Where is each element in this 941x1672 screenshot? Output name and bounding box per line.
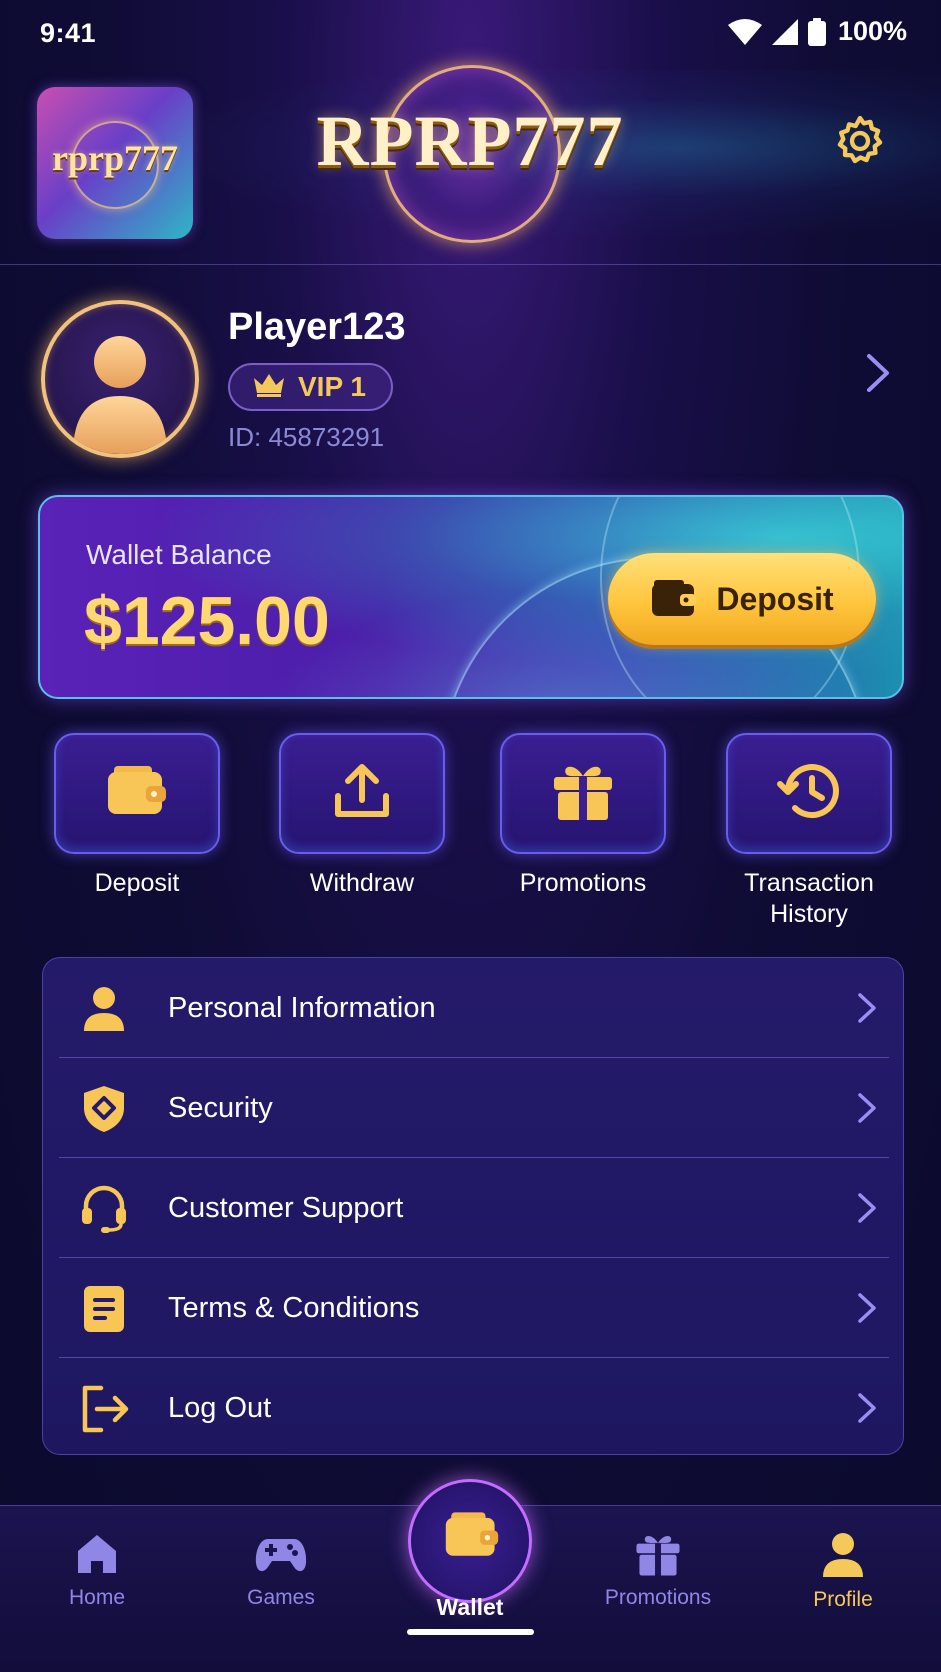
- person-icon: [821, 1533, 865, 1583]
- menu-item-label: Security: [168, 1092, 273, 1124]
- shield-icon: [79, 1084, 129, 1134]
- chevron-right-icon: [857, 1092, 877, 1129]
- battery-percentage: 100%: [837, 16, 907, 46]
- app-logo[interactable]: rprp777: [37, 87, 193, 239]
- gear-icon: [831, 112, 889, 175]
- menu-item-personal-information[interactable]: Personal Information: [43, 958, 905, 1058]
- quick-action-tile[interactable]: [54, 733, 220, 854]
- chevron-right-icon: [857, 992, 877, 1029]
- brand-title: RPRP777: [316, 101, 624, 181]
- vip-level: VIP 1: [298, 371, 366, 402]
- chevron-right-icon: [857, 1292, 877, 1329]
- battery-icon: [807, 17, 826, 46]
- quick-action-tile[interactable]: [500, 733, 666, 854]
- status-icons: 100%: [727, 16, 907, 47]
- history-icon: [776, 760, 842, 827]
- settings-menu: Personal Information Security Customer S…: [42, 957, 904, 1455]
- deposit-button[interactable]: Deposit: [608, 553, 876, 645]
- player-id: ID: 45873291: [228, 422, 385, 452]
- home-indicator: [407, 1629, 534, 1635]
- quick-action-tile[interactable]: [726, 733, 892, 854]
- nav-item-wallet[interactable]: [408, 1479, 532, 1603]
- chevron-right-icon: [857, 1192, 877, 1229]
- wifi-icon: [727, 18, 762, 45]
- gift-icon: [635, 1535, 681, 1581]
- nav-item-games[interactable]: Games: [211, 1531, 351, 1610]
- signal-icon: [771, 18, 798, 45]
- status-bar: 9:41 100%: [0, 0, 941, 70]
- person-icon: [79, 984, 129, 1034]
- wallet-card: Wallet Balance $125.00 Deposit: [38, 495, 904, 699]
- quick-action-label-line2: History: [770, 900, 848, 928]
- quick-actions: Deposit Withdraw Promotions Transaction H…: [0, 733, 941, 933]
- menu-item-log-out[interactable]: Log Out: [43, 1358, 905, 1458]
- upload-icon: [333, 762, 391, 825]
- nav-label: Promotions: [604, 1586, 712, 1609]
- quick-action-label: Deposit: [94, 869, 180, 897]
- avatar[interactable]: [41, 300, 199, 458]
- menu-item-security[interactable]: Security: [43, 1058, 905, 1158]
- wallet-icon: [106, 764, 168, 823]
- nav-label-wallet: Wallet: [436, 1594, 504, 1620]
- status-time: 9:41: [40, 18, 97, 48]
- nav-item-home[interactable]: Home: [27, 1531, 167, 1610]
- quick-action-withdraw[interactable]: Withdraw: [277, 733, 447, 899]
- headset-icon: [79, 1184, 129, 1234]
- menu-item-terms-conditions[interactable]: Terms & Conditions: [43, 1258, 905, 1358]
- home-icon: [74, 1535, 120, 1581]
- quick-action-deposit[interactable]: Deposit: [52, 733, 222, 899]
- crown-icon: [252, 372, 286, 403]
- chevron-right-icon: [857, 1392, 877, 1429]
- document-icon: [79, 1284, 129, 1334]
- wallet-balance-amount: $125.00: [84, 583, 330, 659]
- deposit-button-label: Deposit: [716, 580, 834, 617]
- profile-section[interactable]: Player123 VIP 1 ID: 45873291: [0, 290, 941, 470]
- menu-item-label: Personal Information: [168, 992, 436, 1024]
- quick-action-tile[interactable]: [279, 733, 445, 854]
- bottom-navigation: Home Games Wallet Promotions Profile: [0, 1479, 941, 1672]
- gamepad-icon: [254, 1539, 308, 1581]
- quick-action-promotions[interactable]: Promotions: [498, 733, 668, 899]
- nav-item-promotions[interactable]: Promotions: [588, 1531, 728, 1610]
- quick-action-label: Transaction History: [724, 868, 894, 930]
- wallet-icon: [650, 576, 698, 623]
- gift-icon: [552, 760, 614, 827]
- wallet-balance-label: Wallet Balance: [86, 539, 272, 570]
- menu-item-label: Log Out: [168, 1392, 272, 1424]
- quick-action-label: Withdraw: [309, 869, 415, 897]
- nav-label: Games: [247, 1586, 315, 1609]
- username: Player123: [228, 306, 406, 348]
- nav-label: Home: [68, 1586, 126, 1609]
- quick-action-label: Promotions: [519, 869, 647, 897]
- menu-item-label: Terms & Conditions: [168, 1292, 420, 1324]
- app-logo-text: rprp777: [52, 138, 178, 178]
- menu-item-label: Customer Support: [168, 1192, 404, 1224]
- logout-icon: [79, 1384, 129, 1434]
- vip-badge: VIP 1: [228, 363, 393, 411]
- nav-item-profile[interactable]: Profile: [773, 1531, 913, 1612]
- wallet-icon: [444, 1510, 500, 1565]
- settings-button[interactable]: [829, 112, 891, 174]
- quick-action-transaction-history[interactable]: Transaction History: [724, 733, 894, 930]
- app-header: rprp777 RPRP777: [0, 65, 941, 265]
- nav-label: Profile: [813, 1588, 873, 1611]
- chevron-right-icon[interactable]: [865, 352, 891, 399]
- menu-item-customer-support[interactable]: Customer Support: [43, 1158, 905, 1258]
- quick-action-label-line1: Transaction: [744, 869, 874, 897]
